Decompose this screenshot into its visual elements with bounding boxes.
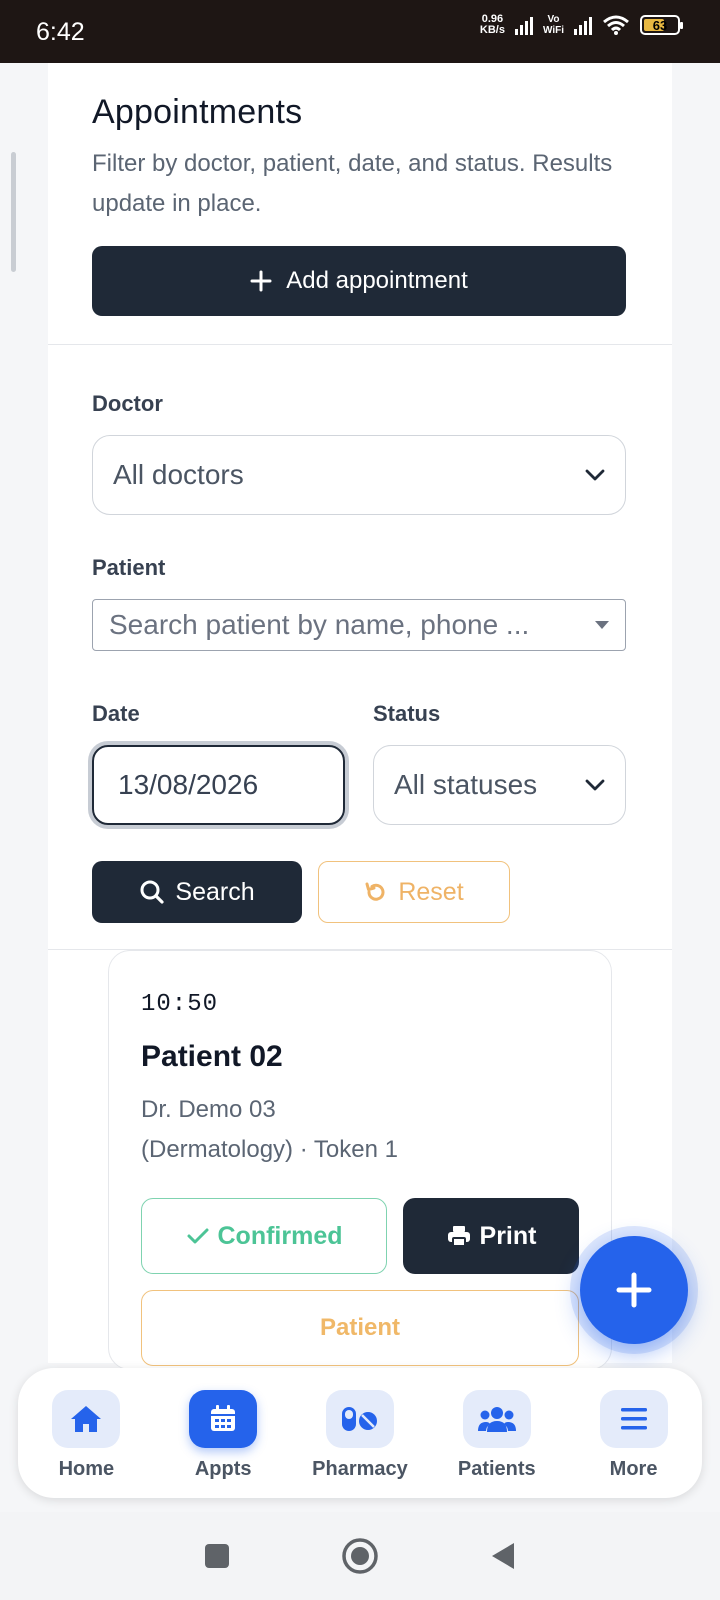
chevron-down-icon bbox=[585, 469, 605, 481]
recents-icon[interactable] bbox=[203, 1542, 231, 1570]
print-label: Print bbox=[479, 1221, 537, 1250]
signal-icon bbox=[514, 15, 533, 35]
date-label: Date bbox=[92, 701, 140, 726]
filters-section: Doctor All doctors Patient Search patien… bbox=[48, 345, 672, 950]
nav-label-home: Home bbox=[58, 1458, 115, 1480]
confirmed-label: Confirmed bbox=[217, 1221, 343, 1250]
patient-button[interactable]: Patient bbox=[141, 1290, 579, 1366]
wifi-icon bbox=[603, 15, 629, 35]
appointment-doctor-name: Dr. Demo 03 bbox=[141, 1096, 276, 1123]
menu-icon bbox=[620, 1408, 647, 1430]
appointment-department-token: (Dermatology) · Token 1 bbox=[141, 1136, 398, 1163]
appointment-time: 10:50 bbox=[141, 991, 219, 1018]
patient-search-input[interactable]: Search patient by name, phone ... bbox=[92, 599, 626, 651]
bottom-navigation: Home Appts Pharmacy Patients More bbox=[18, 1368, 702, 1498]
back-icon[interactable] bbox=[489, 1540, 517, 1572]
doctor-label: Doctor bbox=[92, 391, 163, 416]
home-button-icon[interactable] bbox=[341, 1537, 379, 1575]
nav-item-home[interactable]: Home bbox=[26, 1390, 146, 1481]
signal-icon-2 bbox=[574, 15, 592, 35]
dropdown-caret-icon bbox=[595, 621, 609, 629]
status-label: Status bbox=[373, 701, 441, 726]
status-bar: 6:42 0.96 KB/s Vo WiFi 63 bbox=[0, 0, 720, 63]
nav-label-patients: Patients bbox=[457, 1458, 536, 1480]
nav-label-appts: Appts bbox=[194, 1458, 252, 1480]
system-navigation-bar bbox=[0, 1512, 720, 1600]
plus-icon bbox=[250, 270, 272, 292]
search-button[interactable]: Search bbox=[92, 861, 302, 923]
chevron-down-icon bbox=[585, 779, 605, 791]
search-icon bbox=[140, 880, 164, 904]
reset-icon bbox=[365, 882, 385, 901]
status-select[interactable]: All statuses bbox=[373, 745, 626, 825]
doctor-select[interactable]: All doctors bbox=[92, 435, 626, 515]
scroll-indicator bbox=[11, 152, 16, 272]
reset-button[interactable]: Reset bbox=[318, 861, 510, 923]
page-subtitle: Filter by doctor, patient, date, and sta… bbox=[92, 150, 613, 217]
check-icon bbox=[187, 1228, 208, 1244]
patient-button-label: Patient bbox=[319, 1314, 400, 1341]
confirmed-status-button[interactable]: Confirmed bbox=[141, 1198, 387, 1274]
printer-icon bbox=[447, 1226, 470, 1247]
page-title: Appointments bbox=[92, 93, 303, 131]
nav-item-pharmacy[interactable]: Pharmacy bbox=[300, 1390, 420, 1481]
patient-label: Patient bbox=[92, 555, 166, 580]
search-button-label: Search bbox=[175, 877, 255, 906]
print-button[interactable]: Print bbox=[403, 1198, 579, 1274]
appointment-doctor: Dr. Demo 03 (Dermatology) · Token 1 bbox=[141, 1090, 579, 1170]
status-time: 6:42 bbox=[36, 18, 85, 46]
patient-search-placeholder: Search patient by name, phone ... bbox=[109, 609, 530, 640]
users-icon bbox=[477, 1407, 516, 1432]
doctor-select-value: All doctors bbox=[113, 459, 244, 490]
plus-icon bbox=[616, 1272, 652, 1308]
status-icons: 0.96 KB/s Vo WiFi 63 bbox=[479, 13, 683, 36]
date-input[interactable]: 13/08/2026 bbox=[92, 745, 345, 825]
nav-item-patients[interactable]: Patients bbox=[437, 1390, 557, 1481]
nav-label-pharmacy: Pharmacy bbox=[312, 1458, 408, 1480]
appointment-patient-name: Patient 02 bbox=[141, 1040, 283, 1073]
network-speed: 0.96 KB/s bbox=[479, 13, 505, 36]
volte-icon: Vo WiFi bbox=[542, 14, 564, 36]
nav-item-appts[interactable]: Appts bbox=[163, 1390, 283, 1481]
battery-icon: 63 bbox=[640, 15, 683, 35]
calendar-icon bbox=[211, 1405, 236, 1431]
add-appointment-label: Add appointment bbox=[286, 267, 468, 294]
reset-button-label: Reset bbox=[398, 877, 464, 906]
add-appointment-button[interactable]: Add appointment bbox=[92, 246, 626, 316]
nav-label-more: More bbox=[609, 1458, 658, 1480]
status-select-value: All statuses bbox=[394, 769, 538, 800]
nav-item-more[interactable]: More bbox=[574, 1390, 694, 1481]
home-icon bbox=[71, 1406, 102, 1432]
add-fab-button[interactable] bbox=[580, 1236, 688, 1344]
page-header: Appointments Filter by doctor, patient, … bbox=[48, 63, 672, 345]
date-input-value: 13/08/2026 bbox=[118, 769, 259, 800]
appointment-card[interactable]: 10:50 Patient 02 Dr. Demo 03 (Dermatolog… bbox=[108, 950, 612, 1370]
pills-icon bbox=[341, 1407, 377, 1431]
